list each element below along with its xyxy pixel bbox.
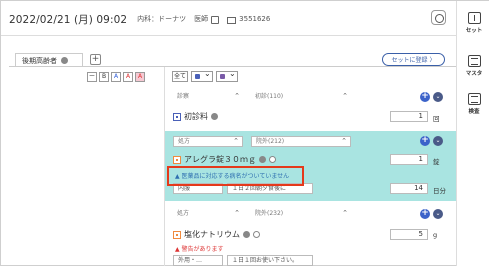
- route-value: 内服: [178, 185, 191, 192]
- order-block-consultation: 診察 ⌃ 初診(110) ⌃ + ⌄ 初診料 1 回: [165, 86, 456, 131]
- right-sidebar: セット マスタ 検査: [456, 1, 489, 266]
- drug-icon: [173, 155, 181, 164]
- procedure-icon: [173, 112, 181, 121]
- sidebar-item-set[interactable]: セット: [457, 12, 489, 34]
- hr-button[interactable]: ー: [87, 72, 97, 82]
- close-icon[interactable]: [61, 57, 68, 64]
- warning-message: ▲ 警告があります: [175, 246, 224, 253]
- header-divider: [1, 35, 456, 36]
- type-value: 初診(110): [255, 93, 284, 100]
- order-filter: 全て: [172, 69, 238, 82]
- department-label: 内科：ドーナツ: [137, 15, 187, 23]
- order-item: 塩化ナトリウム: [173, 229, 260, 240]
- order-item: 初診料: [173, 111, 218, 122]
- warning-highlight-box: [167, 166, 304, 186]
- category-value: 診察: [177, 93, 190, 100]
- drug-icon: [173, 230, 181, 239]
- type-select[interactable]: 院外(212) ⌃: [251, 136, 351, 147]
- add-item-button[interactable]: +: [420, 92, 430, 102]
- remove-icon[interactable]: [269, 156, 276, 163]
- type-select[interactable]: 院外(232) ⌃: [251, 209, 351, 220]
- category-value: 処方: [177, 210, 190, 217]
- doctor-label: 医師: [194, 15, 209, 23]
- days-input[interactable]: 14: [390, 183, 428, 194]
- category-select[interactable]: 処方 ⌃: [173, 209, 243, 220]
- bold-button[interactable]: B: [99, 72, 109, 82]
- quantity-input[interactable]: 5: [390, 229, 428, 240]
- sidebar-item-master[interactable]: マスタ: [457, 55, 489, 77]
- color-red-button[interactable]: A: [123, 72, 133, 82]
- tab-label: 後期高齢者: [22, 56, 57, 65]
- filter-all-button[interactable]: 全て: [172, 71, 188, 82]
- settings-icon[interactable]: [243, 231, 250, 238]
- remove-icon[interactable]: [253, 231, 260, 238]
- format-toolbar: ー B A A A: [87, 72, 145, 82]
- highlight-button[interactable]: A: [135, 72, 145, 82]
- color-blue-button[interactable]: A: [111, 72, 121, 82]
- add-item-button[interactable]: +: [420, 136, 430, 146]
- expand-icon[interactable]: ⌄: [433, 92, 443, 102]
- days-unit: 日分: [433, 187, 446, 195]
- unit-label: 錠: [433, 158, 440, 166]
- app-window: 2022/02/21 (月) 09:02 内科：ドーナツ 医師 3551626 …: [0, 0, 489, 266]
- edit-icon[interactable]: [211, 16, 220, 24]
- order-item: アレグラ錠３０ｍｇ: [173, 154, 276, 165]
- expand-icon[interactable]: ⌄: [433, 209, 443, 219]
- sidebar-item-exam[interactable]: 検査: [457, 93, 489, 115]
- unit-label: g: [433, 231, 438, 239]
- category-value: 処方: [178, 138, 191, 145]
- sidebar-item-label: マスタ: [465, 71, 483, 77]
- set-register-button[interactable]: セットに登録 〉: [382, 53, 445, 66]
- remove-icon[interactable]: [211, 113, 218, 120]
- type-select[interactable]: 初診(110) ⌃: [251, 92, 351, 103]
- add-tab-button[interactable]: +: [90, 54, 101, 65]
- filter-type-dropdown[interactable]: [191, 69, 213, 82]
- usage-value: １日２回朝夕食後に: [232, 185, 287, 192]
- usage-input[interactable]: １日１回お使い下さい。: [227, 255, 313, 266]
- type-value: 院外(212): [256, 138, 285, 145]
- add-item-button[interactable]: +: [420, 209, 430, 219]
- master-icon: [467, 55, 481, 67]
- settings-icon[interactable]: [259, 156, 266, 163]
- set-icon: [467, 12, 481, 24]
- unit-label: 回: [433, 115, 440, 123]
- category-select[interactable]: 処方 ⌃: [173, 136, 243, 147]
- route-select[interactable]: 外用・…: [173, 255, 223, 266]
- usage-value: １日１回お使い下さい。: [232, 257, 299, 264]
- item-name: アレグラ錠３０ｍｇ: [184, 155, 256, 164]
- quantity-input[interactable]: 1: [390, 111, 428, 122]
- route-value: 外用・…: [178, 257, 203, 264]
- quantity-input[interactable]: 1: [390, 154, 428, 165]
- patient-card-icon: [227, 16, 237, 24]
- filter-category-dropdown[interactable]: [216, 69, 238, 82]
- item-name: 初診料: [184, 112, 208, 121]
- visit-datetime: 2022/02/21 (月) 09:02: [9, 13, 128, 26]
- sidebar-item-label: セット: [465, 28, 483, 34]
- tab-underline: [9, 66, 456, 67]
- history-button[interactable]: [431, 10, 446, 25]
- item-name: 塩化ナトリウム: [184, 230, 240, 239]
- tab-insurance[interactable]: 後期高齢者: [15, 53, 83, 67]
- order-block-prescription-2: 処方 ⌃ 院外(232) ⌃ + ⌄ 塩化ナトリウム 5 g ▲ 警告があります 外…: [165, 201, 456, 266]
- patient-header: 2022/02/21 (月) 09:02 内科：ドーナツ 医師 3551626: [9, 9, 270, 29]
- sidebar-item-label: 検査: [468, 109, 480, 115]
- exam-icon: [467, 93, 481, 105]
- category-select[interactable]: 診察 ⌃: [173, 92, 243, 103]
- patient-id: 3551626: [239, 15, 271, 23]
- type-value: 院外(232): [255, 210, 284, 217]
- expand-icon[interactable]: ⌄: [433, 136, 443, 146]
